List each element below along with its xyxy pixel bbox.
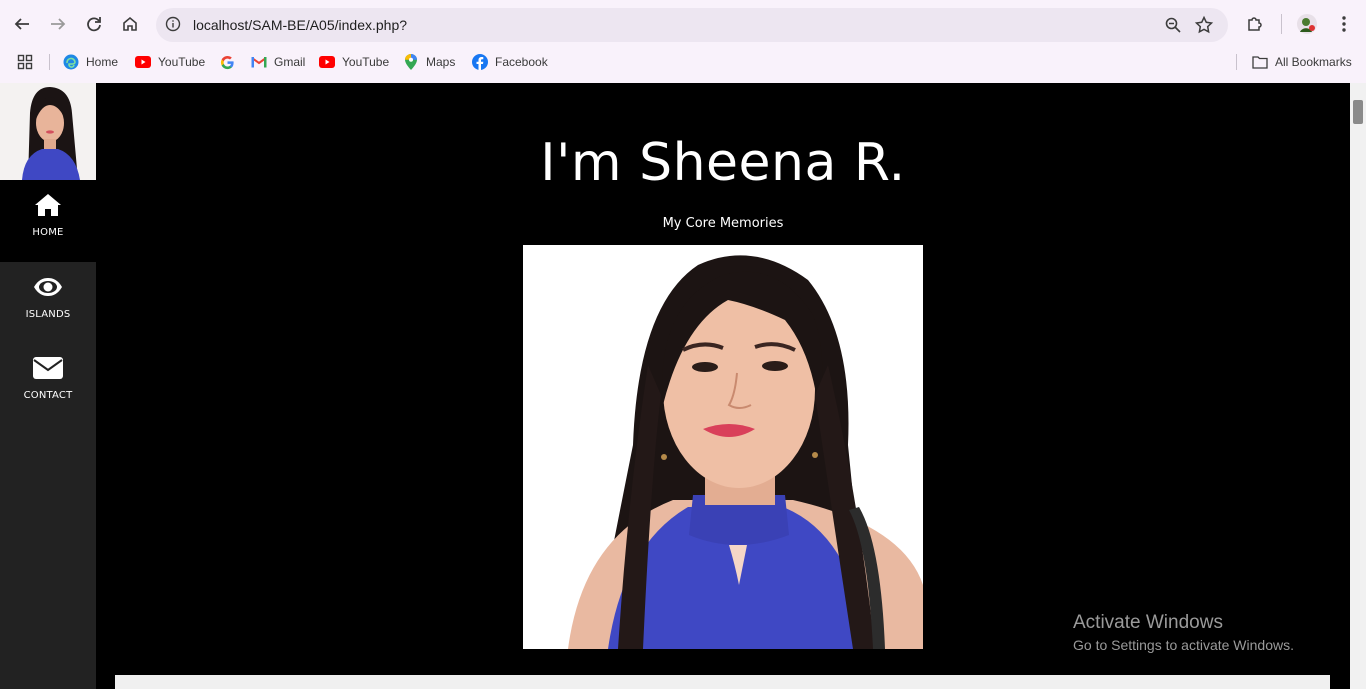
kebab-menu-icon <box>1342 16 1346 32</box>
all-bookmarks-button[interactable]: All Bookmarks <box>1252 52 1352 72</box>
main-content: I'm Sheena R. My Core Memories <box>96 83 1350 689</box>
sidebar-item-home[interactable]: HOME <box>0 180 96 262</box>
bookmarks-divider <box>49 54 50 70</box>
arrow-right-icon <box>51 18 66 30</box>
sidebar-item-label: HOME <box>32 227 64 238</box>
bookmark-label: YouTube <box>342 55 390 69</box>
reload-button[interactable] <box>82 12 106 36</box>
bookmark-star-icon[interactable] <box>1194 15 1214 35</box>
page-scrollbar[interactable] <box>1350 83 1366 689</box>
eye-icon <box>33 274 63 300</box>
browser-toolbar: localhost/SAM-BE/A05/index.php? <box>0 0 1366 48</box>
windows-activation-watermark: Activate Windows Go to Settings to activ… <box>1073 612 1294 653</box>
url-text[interactable]: localhost/SAM-BE/A05/index.php? <box>193 17 407 33</box>
bookmark-youtube[interactable]: YouTube <box>135 52 205 72</box>
home-button[interactable] <box>118 12 142 36</box>
apps-button[interactable] <box>17 52 33 72</box>
watermark-subtitle: Go to Settings to activate Windows. <box>1073 637 1294 653</box>
browser-chrome: localhost/SAM-BE/A05/index.php? Home You… <box>0 0 1366 83</box>
house-icon <box>123 16 137 31</box>
profile-button[interactable] <box>1295 12 1319 36</box>
content-panel <box>115 675 1330 689</box>
scrollbar-thumb[interactable] <box>1353 100 1363 124</box>
folder-icon <box>1252 54 1268 70</box>
profile-photo <box>0 83 96 180</box>
all-bookmarks-label: All Bookmarks <box>1275 55 1352 69</box>
menu-button[interactable] <box>1332 12 1356 36</box>
bookmark-gmail[interactable]: Gmail <box>251 52 305 72</box>
bookmark-home[interactable]: Home <box>63 52 118 72</box>
sidebar-item-contact[interactable]: CONTACT <box>0 343 96 425</box>
bookmark-label: Maps <box>426 55 456 69</box>
web-page: HOME ISLANDS CONTACT I'm Sheena R. My Co… <box>0 83 1350 689</box>
google-icon <box>219 54 235 70</box>
bookmarks-bar: Home YouTube Gmail YouTube Maps Facebook <box>0 48 1366 76</box>
bookmark-google[interactable] <box>219 52 242 72</box>
bookmark-label: Facebook <box>495 55 548 69</box>
sidebar-item-label: CONTACT <box>23 390 73 401</box>
arrow-left-icon <box>14 18 29 30</box>
extensions-button[interactable] <box>1243 12 1267 36</box>
bookmark-label: YouTube <box>158 55 206 69</box>
address-bar[interactable]: localhost/SAM-BE/A05/index.php? <box>156 8 1228 42</box>
bookmark-maps[interactable]: Maps <box>403 52 455 72</box>
apps-grid-icon <box>17 54 33 70</box>
watermark-title: Activate Windows <box>1073 612 1223 633</box>
reload-icon <box>87 17 101 32</box>
sidebar-item-label: ISLANDS <box>25 309 71 320</box>
zoom-icon[interactable] <box>1164 16 1182 34</box>
site-info-icon[interactable] <box>165 16 181 32</box>
toolbar-divider <box>1281 14 1282 34</box>
bookmark-facebook[interactable]: Facebook <box>472 52 548 72</box>
profile-avatar-icon <box>1297 14 1317 34</box>
home-icon <box>33 192 63 218</box>
bookmark-youtube-2[interactable]: YouTube <box>319 52 389 72</box>
envelope-icon <box>33 355 63 381</box>
facebook-icon <box>472 54 488 70</box>
back-button[interactable] <box>10 12 34 36</box>
maps-pin-icon <box>403 54 419 70</box>
gmail-icon <box>251 54 267 70</box>
youtube-icon <box>135 54 151 70</box>
sidebar-nav: HOME ISLANDS CONTACT <box>0 83 96 689</box>
edge-icon <box>63 54 79 70</box>
bookmark-label: Home <box>86 55 119 69</box>
youtube-icon <box>319 54 335 70</box>
page-subtitle: My Core Memories <box>662 216 784 231</box>
forward-button[interactable] <box>46 12 70 36</box>
puzzle-icon <box>1248 17 1262 31</box>
hero-photo <box>523 245 923 649</box>
bookmarks-divider <box>1236 54 1237 70</box>
page-title: I'm Sheena R. <box>540 133 906 193</box>
sidebar-item-islands[interactable]: ISLANDS <box>0 262 96 344</box>
avatar <box>0 83 96 180</box>
bookmark-label: Gmail <box>274 55 306 69</box>
